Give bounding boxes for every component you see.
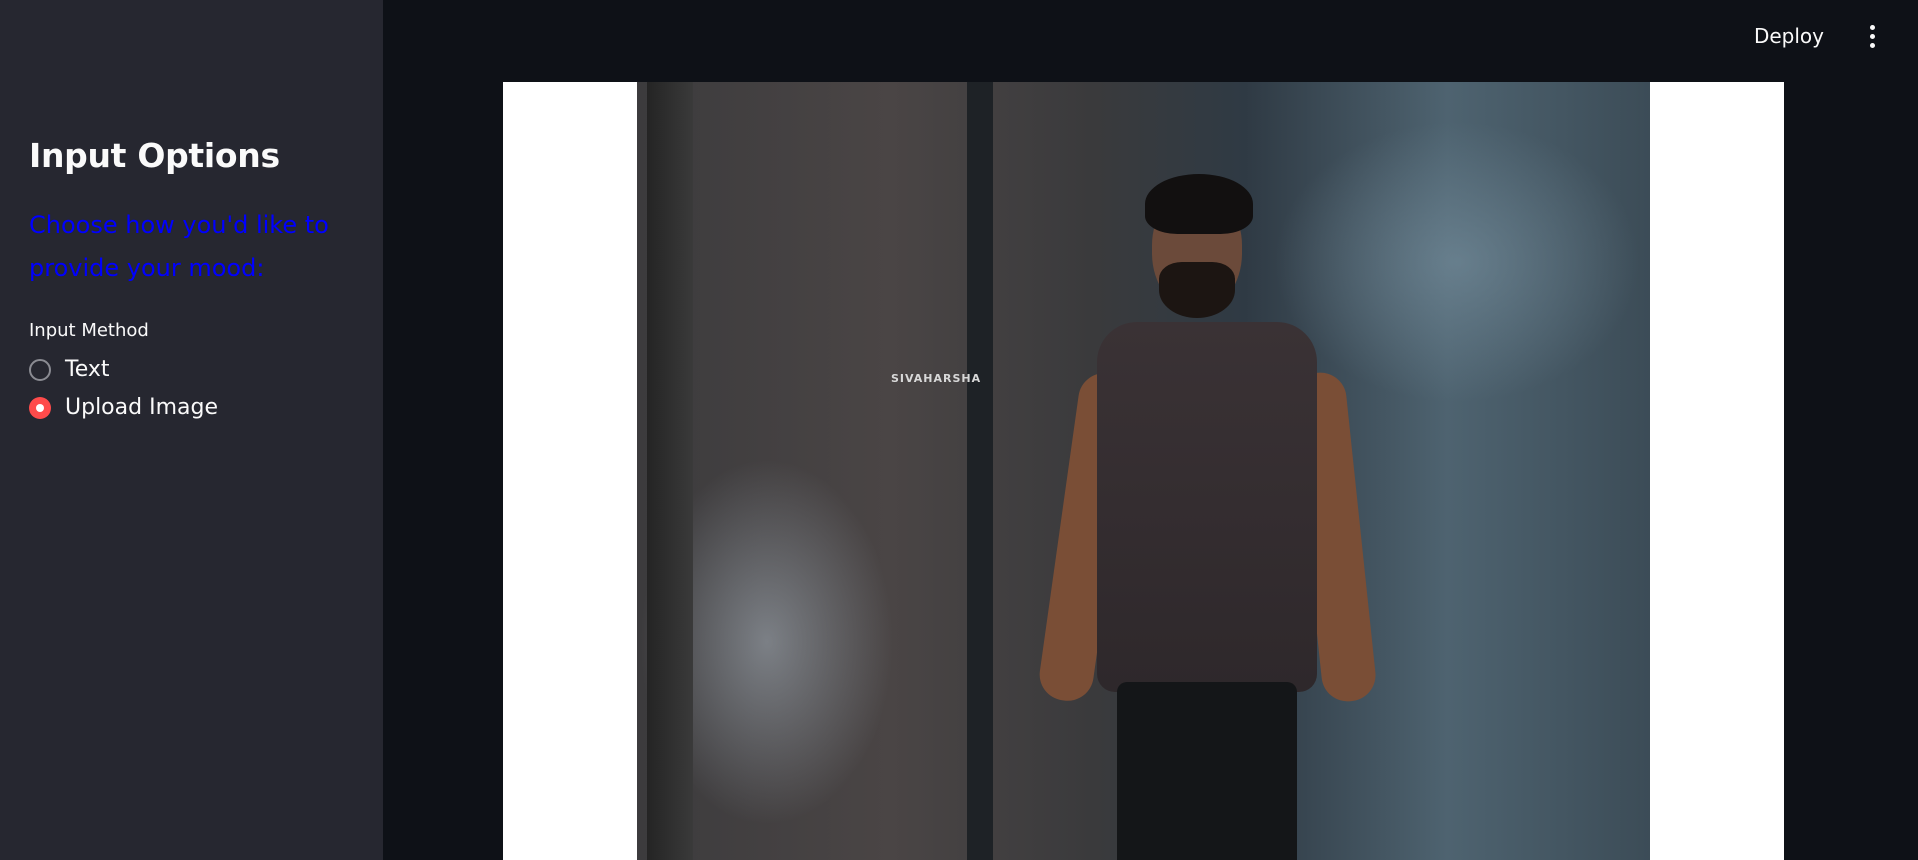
top-header: Deploy bbox=[1742, 0, 1918, 72]
vertical-ellipsis-icon[interactable] bbox=[1860, 21, 1884, 51]
menu-dot bbox=[1869, 33, 1875, 39]
figure-beard bbox=[1159, 262, 1235, 318]
figure-hair bbox=[1145, 174, 1253, 234]
radio-selected-icon[interactable] bbox=[29, 396, 51, 419]
figure-legs bbox=[1117, 682, 1297, 860]
radio-option-text[interactable]: Text bbox=[29, 357, 110, 382]
menu-dot bbox=[1869, 42, 1875, 48]
deploy-button[interactable]: Deploy bbox=[1742, 18, 1836, 54]
figure-torso bbox=[1097, 322, 1317, 692]
sidebar-title: Input Options bbox=[29, 136, 280, 175]
menu-dot bbox=[1869, 24, 1875, 30]
uploaded-photo: SIVAHARSHA bbox=[637, 82, 1650, 860]
photo-wall-panel bbox=[647, 82, 693, 860]
sidebar: Input Options Choose how you'd like to p… bbox=[0, 0, 383, 860]
photo-door-frame bbox=[967, 82, 993, 860]
uploaded-image-frame: SIVAHARSHA bbox=[503, 82, 1784, 860]
radio-option-label: Text bbox=[65, 357, 110, 382]
photo-person-figure bbox=[1036, 112, 1379, 860]
input-method-label: Input Method bbox=[29, 320, 149, 341]
radio-option-label: Upload Image bbox=[65, 395, 218, 420]
radio-option-upload-image[interactable]: Upload Image bbox=[29, 395, 218, 420]
radio-unselected-icon[interactable] bbox=[29, 358, 51, 381]
sidebar-subtitle: Choose how you'd like to provide your mo… bbox=[29, 211, 329, 282]
app-root: Input Options Choose how you'd like to p… bbox=[0, 0, 1918, 860]
photo-watermark: SIVAHARSHA bbox=[891, 372, 982, 385]
